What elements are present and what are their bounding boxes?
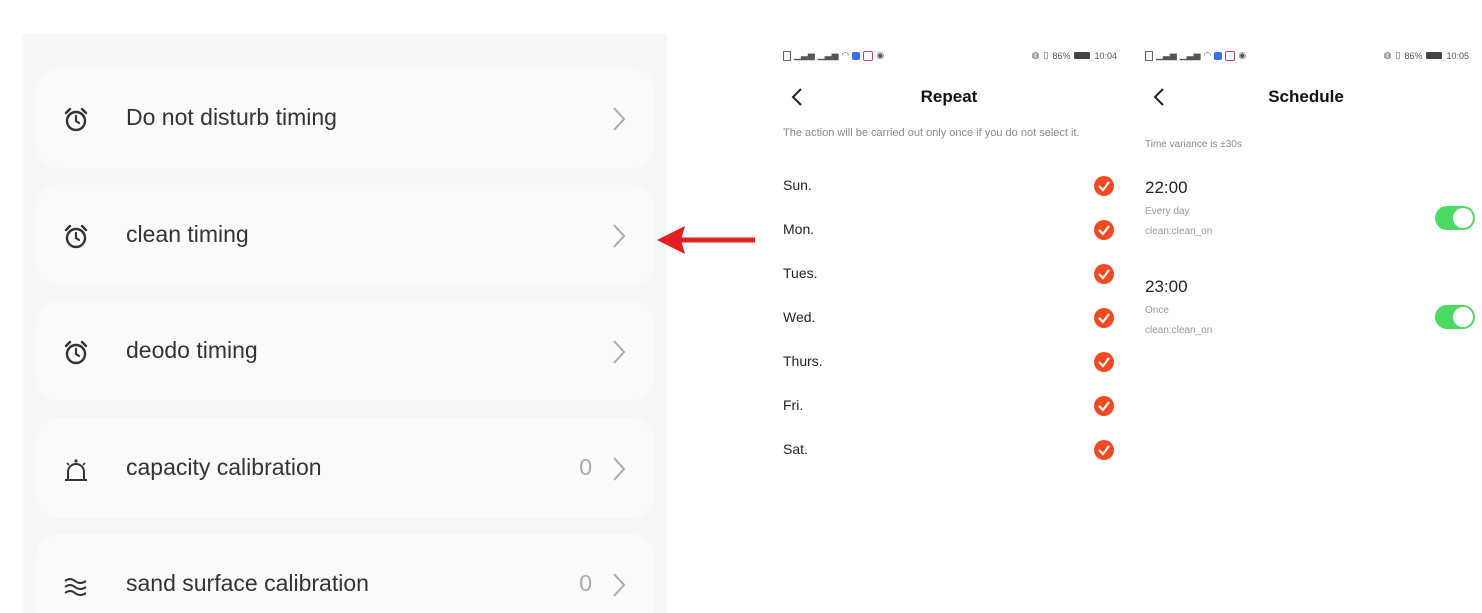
waves-icon [64,578,87,596]
wifi-icon: ◠ [841,50,850,60]
day-label: Sat. [783,441,808,457]
schedule-toggle[interactable] [1435,206,1475,230]
chevron-right-icon [613,107,626,131]
day-label: Fri. [783,397,804,413]
schedule-repeat: Every day [1145,206,1190,217]
checkmark-icon[interactable] [1093,175,1115,197]
schedule-action: clean:clean_on [1145,226,1213,237]
day-row-mon[interactable]: Mon. [783,219,1115,243]
schedule-entry[interactable]: 22:00 Every day clean:clean_on [1145,178,1475,237]
deodo-timing-item[interactable]: deodo timing [36,301,654,401]
alarm-clock-icon [64,107,88,132]
signal-icon: ▁▃▅ [794,50,815,60]
battery-level: 86% [1404,50,1423,61]
schedule-screen: ▁▃▅ ▁▃▅ ◠ ◉ ◍ ▯ 86% 10:05 Schedule Time … [1135,40,1477,613]
alarm-icon: ◍ [1031,50,1040,60]
day-row-sat[interactable]: Sat. [783,439,1115,463]
day-row-sun[interactable]: Sun. [783,175,1115,199]
chevron-right-icon [613,457,626,481]
app-notification-icon [1214,51,1223,60]
status-time: 10:05 [1446,50,1469,61]
repeat-note: The action will be carried out only once… [783,127,1080,139]
signal-icon: ▁▃▅ [817,50,839,60]
day-label: Tues. [783,265,818,281]
schedule-entry[interactable]: 23:00 Once clean:clean_on [1145,277,1475,336]
alarm-icon: ◍ [1383,50,1392,60]
checkmark-icon[interactable] [1093,439,1115,461]
app-notification-icon [863,50,874,61]
battery-icon [1074,52,1091,59]
item-label: capacity calibration [126,454,322,480]
vibrate-icon: ▯ [1043,50,1049,60]
toggle-knob [1453,208,1473,228]
clean-timing-item[interactable]: clean timing [36,185,654,285]
sim-icon [783,50,791,61]
repeat-screen: ▁▃▅ ▁▃▅ ◠ ◉ ◍ ▯ 86% 10:04 Repeat The act… [773,40,1125,613]
schedule-time: 22:00 [1145,178,1188,197]
schedule-action: clean:clean_on [1145,325,1213,336]
checkmark-icon[interactable] [1093,263,1115,285]
sand-surface-calibration-item[interactable]: sand surface calibration 0 [36,534,654,613]
item-label: Do not disturb timing [126,104,337,130]
alarm-clock-icon [64,340,88,365]
item-value: 0 [579,570,592,596]
settings-list: Do not disturb timing clean timing deodo… [22,34,667,613]
day-row-fri[interactable]: Fri. [783,395,1115,419]
item-label: clean timing [126,221,249,247]
checkmark-icon[interactable] [1093,219,1115,241]
day-row-wed[interactable]: Wed. [783,307,1115,331]
toggle-knob [1453,307,1473,327]
pointer-arrow [657,226,755,254]
battery-level: 86% [1052,50,1071,61]
checkmark-icon[interactable] [1093,307,1115,329]
schedule-time: 23:00 [1145,277,1188,296]
vibrate-icon: ▯ [1395,50,1401,60]
day-label: Thurs. [783,353,823,369]
schedule-repeat: Once [1145,305,1169,316]
page-title: Schedule [1268,87,1344,106]
day-row-tues[interactable]: Tues. [783,263,1115,287]
battery-icon [1426,52,1443,59]
day-row-thurs[interactable]: Thurs. [783,351,1115,375]
chevron-right-icon [613,224,626,248]
checkmark-icon[interactable] [1093,395,1115,417]
app-notification-icon [852,51,861,60]
item-value: 0 [579,454,592,480]
status-time: 10:04 [1094,50,1117,61]
bell-icon [65,459,87,481]
schedule-toggle[interactable] [1435,305,1475,329]
capacity-calibration-item[interactable]: capacity calibration 0 [36,418,654,518]
item-label: deodo timing [126,337,258,363]
do-not-disturb-timing-item[interactable]: Do not disturb timing [36,68,654,168]
wifi-icon: ◠ [1203,50,1212,60]
app-notification-icon [1225,50,1236,61]
status-bar: ▁▃▅ ▁▃▅ ◠ ◉ ◍ ▯ 86% 10:04 [773,50,1125,64]
day-label: Wed. [783,309,816,325]
sim-icon [1145,50,1153,61]
checkmark-icon[interactable] [1093,351,1115,373]
signal-icon: ▁▃▅ [1156,50,1177,60]
alarm-clock-icon [64,224,88,249]
time-variance-note: Time variance is ±30s [1145,139,1242,150]
day-label: Sun. [783,177,812,193]
day-label: Mon. [783,221,815,237]
signal-icon: ▁▃▅ [1179,50,1201,60]
item-label: sand surface calibration [126,570,369,596]
location-icon: ◉ [876,50,885,60]
chevron-right-icon [613,340,626,364]
location-icon: ◉ [1238,50,1247,60]
chevron-right-icon [613,573,626,597]
status-bar: ▁▃▅ ▁▃▅ ◠ ◉ ◍ ▯ 86% 10:05 [1135,50,1477,64]
page-title: Repeat [920,87,978,106]
